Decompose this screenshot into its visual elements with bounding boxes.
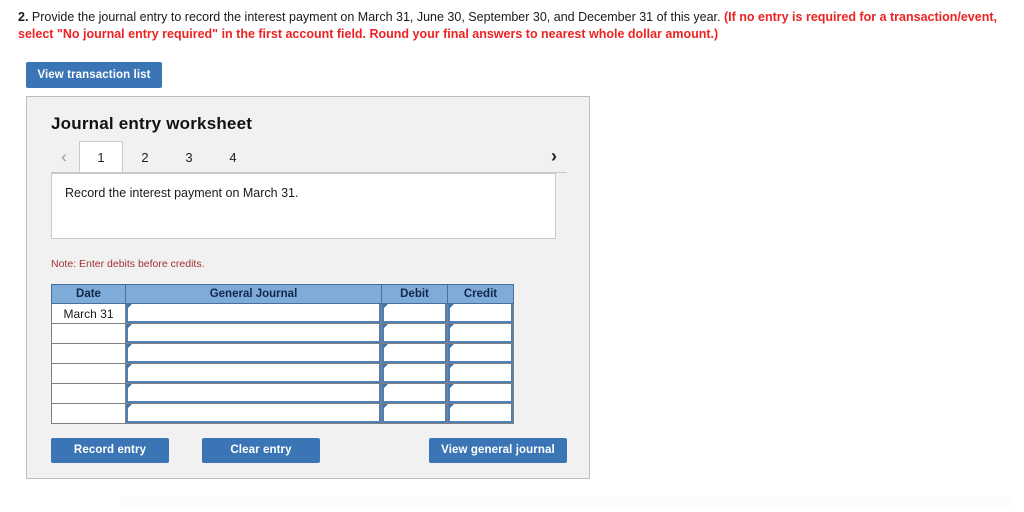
general-journal-cell[interactable]: [125, 363, 382, 384]
debit-cell[interactable]: [381, 343, 448, 364]
worksheet-tabs: ‹ 1 2 3 4 ›: [51, 141, 567, 173]
credit-input-6[interactable]: [448, 404, 513, 423]
general-journal-input-4[interactable]: [126, 364, 381, 383]
date-cell: [51, 363, 126, 384]
table-row: [51, 383, 514, 404]
column-header-debit: Debit: [381, 284, 448, 304]
credit-cell[interactable]: [447, 323, 514, 344]
credit-cell[interactable]: [447, 363, 514, 384]
credit-cell[interactable]: [447, 403, 514, 424]
credit-input-2[interactable]: [448, 324, 513, 343]
general-journal-cell[interactable]: [125, 383, 382, 404]
debit-input-4[interactable]: [382, 364, 447, 383]
tab-1[interactable]: 1: [79, 141, 123, 172]
debit-cell[interactable]: [381, 323, 448, 344]
general-journal-input-3[interactable]: [126, 344, 381, 363]
date-cell: [51, 343, 126, 364]
tab-strip: 1 2 3 4: [79, 141, 255, 172]
bottom-band: [120, 497, 1010, 509]
question-number: 2.: [18, 10, 29, 24]
date-cell: March 31: [51, 303, 126, 324]
credit-input-1[interactable]: [448, 304, 513, 323]
credit-input-4[interactable]: [448, 364, 513, 383]
table-row: [51, 403, 514, 424]
debit-input-5[interactable]: [382, 384, 447, 403]
debits-before-credits-note: Note: Enter debits before credits.: [51, 258, 205, 270]
clear-entry-button[interactable]: Clear entry: [202, 438, 320, 463]
general-journal-input-5[interactable]: [126, 384, 381, 403]
question-prompt: 2. Provide the journal entry to record t…: [18, 9, 1013, 43]
table-header-row: Date General Journal Debit Credit: [51, 284, 514, 304]
general-journal-cell[interactable]: [125, 303, 382, 324]
credit-input-3[interactable]: [448, 344, 513, 363]
tab-2[interactable]: 2: [123, 141, 167, 172]
date-cell: [51, 383, 126, 404]
tab-3[interactable]: 3: [167, 141, 211, 172]
general-journal-cell[interactable]: [125, 323, 382, 344]
general-journal-cell[interactable]: [125, 343, 382, 364]
debit-cell[interactable]: [381, 383, 448, 404]
debit-input-1[interactable]: [382, 304, 447, 323]
table-row: [51, 323, 514, 344]
debit-cell[interactable]: [381, 403, 448, 424]
debit-input-2[interactable]: [382, 324, 447, 343]
instruction-text: Record the interest payment on March 31.: [65, 186, 299, 200]
date-cell: [51, 323, 126, 344]
debit-input-6[interactable]: [382, 404, 447, 423]
tab-4[interactable]: 4: [211, 141, 255, 172]
page-title: Journal entry worksheet: [51, 114, 253, 133]
record-entry-button[interactable]: Record entry: [51, 438, 169, 463]
credit-cell[interactable]: [447, 303, 514, 324]
view-general-journal-button[interactable]: View general journal: [429, 438, 567, 463]
table-row: [51, 343, 514, 364]
column-header-date: Date: [51, 284, 126, 304]
journal-entry-worksheet-panel: Journal entry worksheet ‹ 1 2 3 4 › Reco…: [26, 96, 590, 479]
column-header-credit: Credit: [447, 284, 514, 304]
journal-entry-table: Date General Journal Debit Credit March …: [51, 284, 514, 424]
credit-cell[interactable]: [447, 343, 514, 364]
general-journal-input-2[interactable]: [126, 324, 381, 343]
column-header-general-journal: General Journal: [125, 284, 382, 304]
credit-input-5[interactable]: [448, 384, 513, 403]
table-row: [51, 363, 514, 384]
instruction-box: Record the interest payment on March 31.: [51, 173, 556, 239]
credit-cell[interactable]: [447, 383, 514, 404]
chevron-right-icon[interactable]: ›: [541, 141, 567, 172]
general-journal-input-6[interactable]: [126, 404, 381, 423]
debit-cell[interactable]: [381, 363, 448, 384]
general-journal-cell[interactable]: [125, 403, 382, 424]
table-row: March 31: [51, 303, 514, 324]
question-text: Provide the journal entry to record the …: [31, 10, 721, 24]
date-cell: [51, 403, 126, 424]
debit-input-3[interactable]: [382, 344, 447, 363]
general-journal-input-1[interactable]: [126, 304, 381, 323]
view-transaction-list-button[interactable]: View transaction list: [26, 62, 162, 88]
debit-cell[interactable]: [381, 303, 448, 324]
chevron-left-icon[interactable]: ‹: [51, 141, 77, 172]
